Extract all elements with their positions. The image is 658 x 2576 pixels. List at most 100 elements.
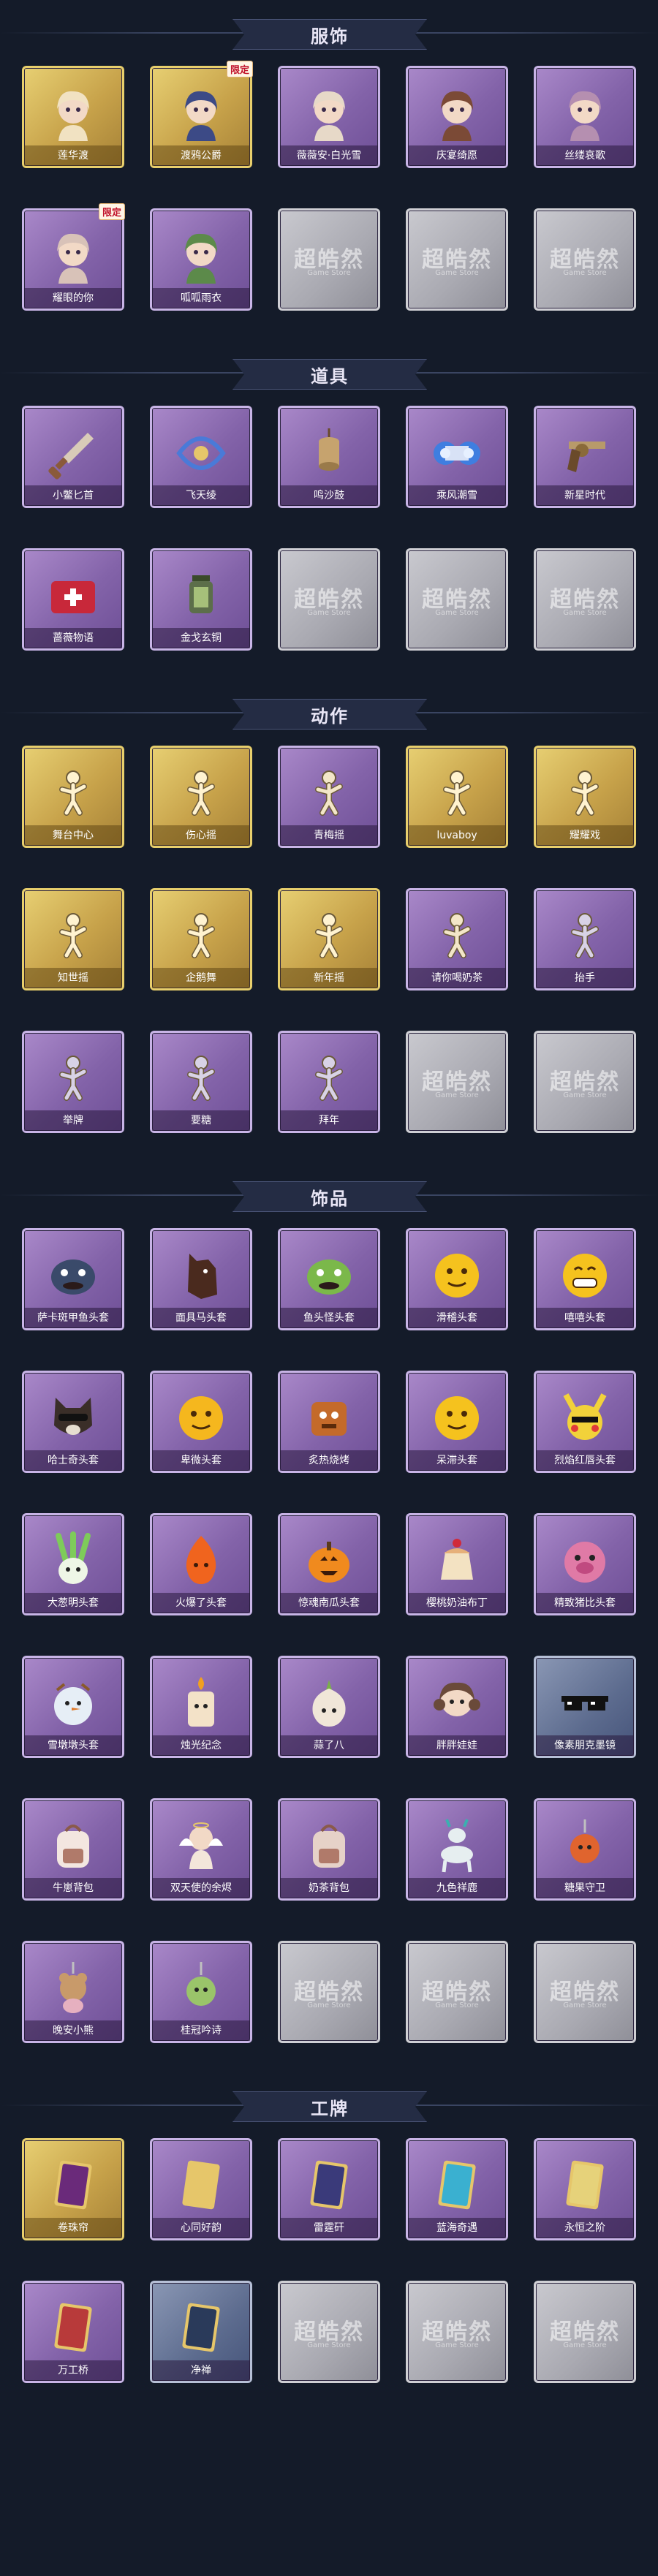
- item-card[interactable]: 雪墩墩头套: [22, 1656, 124, 1758]
- pose-icon: [426, 762, 488, 825]
- item-card[interactable]: 卑微头套: [150, 1371, 252, 1473]
- item-card[interactable]: 金戈玄铜: [150, 548, 252, 651]
- fish-head-icon: [42, 1244, 105, 1307]
- badge-card-icon: [170, 2297, 232, 2360]
- item-card[interactable]: 万工桥: [22, 2281, 124, 2383]
- item-card[interactable]: 新星时代: [534, 406, 636, 508]
- item-card[interactable]: 企鹅舞: [150, 888, 252, 990]
- item-card[interactable]: 飞天绫: [150, 406, 252, 508]
- item-name: 烛光纪念: [152, 1735, 250, 1756]
- item-card[interactable]: 樱桃奶油布丁: [406, 1513, 508, 1615]
- item-card[interactable]: 炙热烧烤: [278, 1371, 380, 1473]
- lantern-icon: [170, 564, 232, 627]
- item-card[interactable]: 心同好韵: [150, 2138, 252, 2240]
- item-card[interactable]: 惊魂南瓜头套: [278, 1513, 380, 1615]
- item-card[interactable]: 耀眼的你 限定: [22, 203, 125, 311]
- empty-slot[interactable]: 超皓然 Game Store: [278, 1941, 380, 2043]
- pose-icon: [553, 904, 616, 967]
- item-card[interactable]: 蔷薇物语: [22, 548, 124, 651]
- item-name: 卑微头套: [152, 1450, 250, 1471]
- item-card[interactable]: 哈士奇头套: [22, 1371, 124, 1473]
- item-card[interactable]: 舞台中心: [22, 746, 124, 848]
- item-card[interactable]: 请你喝奶茶: [406, 888, 508, 990]
- item-card[interactable]: 双天使的余烬: [150, 1798, 252, 1901]
- item-card[interactable]: 胖胖娃娃: [406, 1656, 508, 1758]
- item-card[interactable]: 丝缕哀歌: [534, 66, 636, 168]
- item-card[interactable]: 鱼头怪头套: [278, 1228, 380, 1330]
- item-card[interactable]: 牛崽背包: [22, 1798, 124, 1901]
- empty-slot[interactable]: 超皓然 Game Store: [534, 208, 636, 311]
- item-card[interactable]: 糖果守卫: [534, 1798, 636, 1901]
- candle-icon: [170, 1672, 232, 1735]
- item-name: 胖胖娃娃: [408, 1735, 506, 1756]
- empty-slot[interactable]: 超皓然 Game Store: [534, 1031, 636, 1133]
- item-card[interactable]: 雷霆矸: [278, 2138, 380, 2240]
- item-card[interactable]: 呱呱雨衣: [150, 208, 252, 311]
- item-card[interactable]: 萨卡斑甲鱼头套: [22, 1228, 124, 1330]
- empty-slot[interactable]: 超皓然 Game Store: [406, 208, 508, 311]
- item-card[interactable]: 呆滞头套: [406, 1371, 508, 1473]
- empty-slot[interactable]: 超皓然 Game Store: [534, 548, 636, 651]
- item-card[interactable]: 举牌: [22, 1031, 124, 1133]
- item-card[interactable]: 烈焰红唇头套: [534, 1371, 636, 1473]
- item-card[interactable]: 精致猪比头套: [534, 1513, 636, 1615]
- item-name: 烈焰红唇头套: [536, 1450, 634, 1471]
- item-card[interactable]: 耀耀戏: [534, 746, 636, 848]
- item-card[interactable]: 晚安小熊: [22, 1941, 124, 2043]
- item-card[interactable]: 蒜了八: [278, 1656, 380, 1758]
- empty-slot[interactable]: 超皓然 Game Store: [278, 208, 380, 311]
- item-card[interactable]: 火爆了头套: [150, 1513, 252, 1615]
- item-card[interactable]: 净禅: [150, 2281, 252, 2383]
- item-card[interactable]: 桂冠吟诗: [150, 1941, 252, 2043]
- item-name: 卷珠帘: [24, 2218, 122, 2238]
- pose-icon: [426, 904, 488, 967]
- backpack-icon: [42, 1814, 105, 1877]
- item-card[interactable]: 卷珠帘: [22, 2138, 124, 2240]
- pose-icon: [170, 762, 232, 825]
- item-card[interactable]: 庆宴绮愿: [406, 66, 508, 168]
- empty-slot[interactable]: 超皓然 Game Store: [406, 1031, 508, 1133]
- item-card[interactable]: 青梅摇: [278, 746, 380, 848]
- item-name: 新年摇: [280, 968, 378, 988]
- item-card[interactable]: 面具马头套: [150, 1228, 252, 1330]
- empty-slot[interactable]: 超皓然 Game Store: [406, 2281, 508, 2383]
- item-name: 嘻嘻头套: [536, 1308, 634, 1328]
- item-card[interactable]: 鸣沙鼓: [278, 406, 380, 508]
- item-card[interactable]: 拜年: [278, 1031, 380, 1133]
- item-card[interactable]: 烛光纪念: [150, 1656, 252, 1758]
- item-name: 莲华渡: [24, 145, 122, 166]
- item-card[interactable]: 嘻嘻头套: [534, 1228, 636, 1330]
- watermark-subtitle: Game Store: [307, 2001, 351, 2009]
- item-card[interactable]: 滑稽头套: [406, 1228, 508, 1330]
- item-card[interactable]: 九色祥鹿: [406, 1798, 508, 1901]
- empty-slot[interactable]: 超皓然 Game Store: [534, 1941, 636, 2043]
- item-card[interactable]: 伤心摇: [150, 746, 252, 848]
- item-card[interactable]: 知世摇: [22, 888, 124, 990]
- empty-slot[interactable]: 超皓然 Game Store: [278, 2281, 380, 2383]
- item-card[interactable]: 要糖: [150, 1031, 252, 1133]
- item-name: 萨卡斑甲鱼头套: [24, 1308, 122, 1328]
- item-card[interactable]: 奶茶背包: [278, 1798, 380, 1901]
- empty-slot[interactable]: 超皓然 Game Store: [406, 1941, 508, 2043]
- item-name: 鸣沙鼓: [280, 485, 378, 506]
- empty-slot[interactable]: 超皓然 Game Store: [278, 548, 380, 651]
- item-card[interactable]: 莲华渡: [22, 66, 124, 168]
- item-card[interactable]: 大葱明头套: [22, 1513, 124, 1615]
- item-card[interactable]: 永恒之阶: [534, 2138, 636, 2240]
- item-name: 九色祥鹿: [408, 1878, 506, 1898]
- empty-slot[interactable]: 超皓然 Game Store: [534, 2281, 636, 2383]
- empty-slot[interactable]: 超皓然 Game Store: [406, 548, 508, 651]
- item-name: 心同好韵: [152, 2218, 250, 2238]
- item-card[interactable]: 抬手: [534, 888, 636, 990]
- item-card[interactable]: luvaboy: [406, 746, 508, 848]
- item-card[interactable]: 蓝海奇遇: [406, 2138, 508, 2240]
- item-card[interactable]: 小鳖匕首: [22, 406, 124, 508]
- item-name: 惊魂南瓜头套: [280, 1593, 378, 1613]
- watermark-subtitle: Game Store: [435, 269, 479, 277]
- item-card[interactable]: 渡鸦公爵 限定: [150, 61, 253, 168]
- pikachu-icon: [553, 1387, 616, 1450]
- item-card[interactable]: 薇薇安·白光雪: [278, 66, 380, 168]
- item-card[interactable]: 新年摇: [278, 888, 380, 990]
- item-card[interactable]: 像素朋克墨镜: [534, 1656, 636, 1758]
- item-card[interactable]: 乘风潮雪: [406, 406, 508, 508]
